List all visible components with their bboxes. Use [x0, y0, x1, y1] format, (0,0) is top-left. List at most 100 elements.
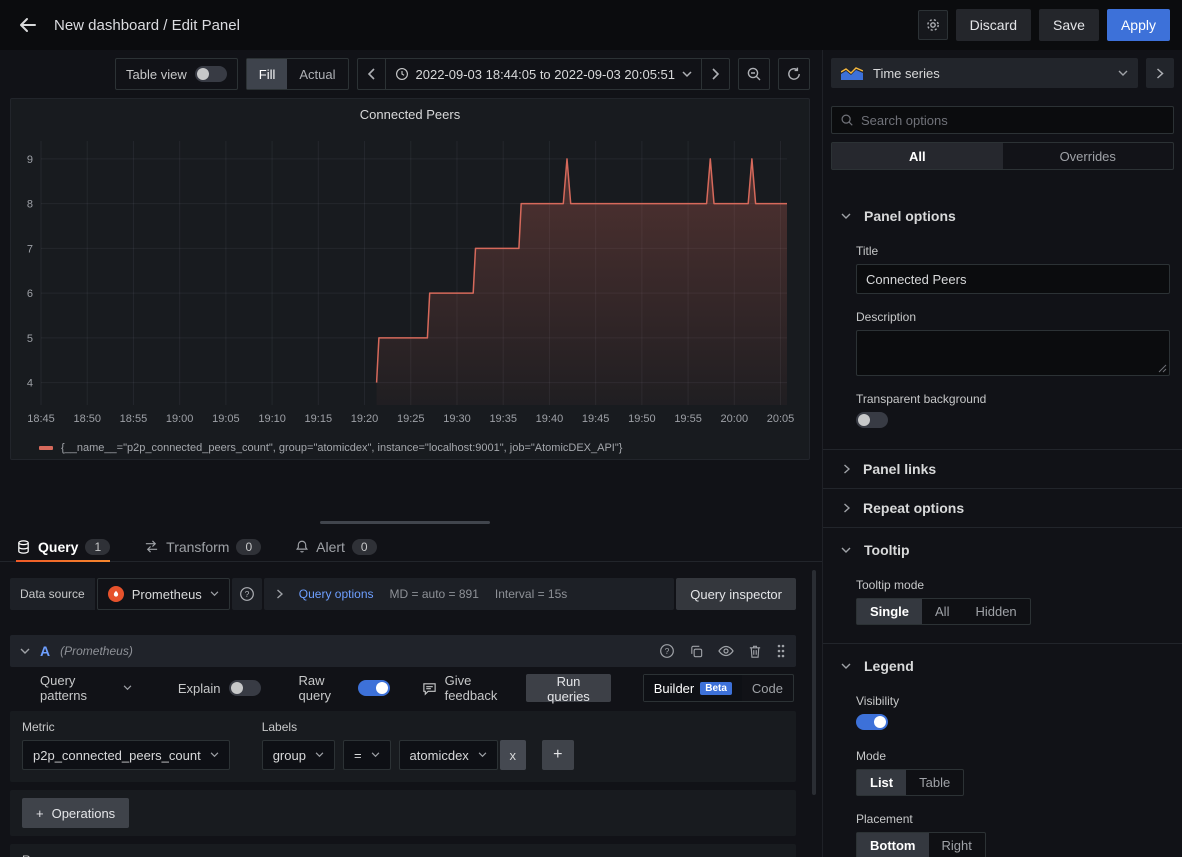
visibility-label: Visibility [856, 694, 1170, 708]
tab-query-label: Query [38, 539, 78, 555]
timeseries-viz-icon [841, 66, 863, 80]
legend-placement-bottom[interactable]: Bottom [857, 833, 929, 857]
tooltip-mode-single[interactable]: Single [857, 599, 922, 624]
legend-placement-right[interactable]: Right [929, 833, 985, 857]
prometheus-icon [108, 586, 124, 602]
panel-title: Connected Peers [11, 99, 809, 127]
svg-text:19:10: 19:10 [258, 413, 286, 425]
svg-text:18:45: 18:45 [27, 413, 55, 425]
time-back-button[interactable] [358, 59, 385, 89]
save-button[interactable]: Save [1039, 9, 1099, 41]
builder-option[interactable]: Builder Beta [644, 675, 742, 701]
label-value-select[interactable]: atomicdex [399, 740, 498, 770]
actual-option[interactable]: Actual [287, 59, 347, 89]
back-button[interactable] [10, 7, 46, 43]
repeat-options-title: Repeat options [863, 500, 964, 516]
refresh-button[interactable] [778, 58, 810, 90]
query-ref-header[interactable]: A (Prometheus) ? [10, 635, 796, 667]
label-name-select[interactable]: group [262, 740, 335, 770]
tab-query[interactable]: Query 1 [16, 532, 110, 561]
query-builder-toolbar: Query patterns Explain Raw query Give fe… [10, 673, 796, 703]
svg-text:19:45: 19:45 [582, 413, 610, 425]
visualization-picker[interactable]: Time series [831, 58, 1138, 88]
metric-select[interactable]: p2p_connected_peers_count [22, 740, 230, 770]
collapse-options-button[interactable] [1146, 58, 1174, 88]
tab-transform[interactable]: Transform 0 [144, 532, 261, 561]
code-option[interactable]: Code [742, 675, 793, 701]
discard-button[interactable]: Discard [956, 9, 1031, 41]
add-operation-button[interactable]: + Operations [22, 798, 129, 828]
tooltip-mode-hidden[interactable]: Hidden [962, 599, 1029, 624]
tooltip-header[interactable]: Tooltip [823, 528, 1182, 562]
apply-button[interactable]: Apply [1107, 9, 1170, 41]
raw-query-label: Raw query [299, 673, 350, 703]
legend-visibility-toggle[interactable] [856, 714, 888, 730]
table-view-toggle[interactable] [195, 66, 227, 82]
tooltip-mode-all[interactable]: All [922, 599, 962, 624]
timeseries-chart[interactable]: 18:4518:5018:5519:0019:0519:1019:1519:20… [11, 127, 801, 435]
run-queries-button[interactable]: Run queries [526, 674, 611, 702]
panel-options-header[interactable]: Panel options [823, 194, 1182, 228]
disable-query-button[interactable] [718, 645, 734, 657]
time-range-button[interactable]: 2022-09-03 18:44:05 to 2022-09-03 20:05:… [385, 59, 702, 89]
duplicate-query-button[interactable] [689, 644, 704, 659]
tooltip-section: Tooltip Tooltip mode Single All Hidden [823, 527, 1182, 643]
delete-query-button[interactable] [748, 644, 762, 659]
tab-all[interactable]: All [832, 143, 1003, 169]
panel-settings-button[interactable] [918, 10, 948, 40]
panel-description-input[interactable] [856, 330, 1170, 376]
pane-resize-handle[interactable] [0, 516, 810, 528]
repeat-options-header[interactable]: Repeat options [823, 489, 1182, 527]
options-search[interactable] [831, 106, 1174, 134]
title-label: Title [856, 244, 1170, 258]
panel-links-header[interactable]: Panel links [823, 450, 1182, 488]
query-actions: ? [659, 643, 786, 659]
remove-label-button[interactable]: x [500, 740, 526, 770]
labels-field: Labels group = atomicdex [262, 720, 574, 770]
give-feedback-link[interactable]: Give feedback [422, 673, 517, 703]
query-options-collapse[interactable]: Query options MD = auto = 891 Interval =… [264, 578, 674, 610]
eye-icon [718, 645, 734, 657]
metric-field: Metric p2p_connected_peers_count [22, 720, 230, 770]
query-options-md: MD = auto = 891 [390, 587, 479, 601]
svg-text:18:55: 18:55 [120, 413, 148, 425]
repeat-options-section: Repeat options [823, 488, 1182, 527]
tab-alert[interactable]: Alert 0 [295, 532, 376, 561]
fill-option[interactable]: Fill [247, 59, 288, 89]
drag-query-handle[interactable] [776, 643, 786, 659]
transform-icon [144, 539, 159, 554]
chart-legend[interactable]: {__name__="p2p_connected_peers_count", g… [11, 438, 809, 458]
search-options-input[interactable] [861, 113, 1165, 128]
scrollbar-thumb[interactable] [812, 570, 816, 795]
label-operator-select[interactable]: = [343, 740, 391, 770]
legend-mode-table[interactable]: Table [906, 770, 963, 795]
explain-label: Explain [178, 681, 221, 696]
query-help-button[interactable]: ? [659, 643, 675, 659]
datasource-picker[interactable]: Prometheus [97, 578, 230, 610]
svg-text:6: 6 [27, 288, 33, 300]
datasource-help-button[interactable]: ? [232, 578, 262, 610]
tab-overrides[interactable]: Overrides [1003, 143, 1174, 169]
query-inspector-button[interactable]: Query inspector [676, 578, 796, 610]
raw-query-heading: Raw query [22, 853, 784, 857]
options-sidebar: Time series All Overrides Panel options … [822, 50, 1182, 857]
legend-header[interactable]: Legend [823, 644, 1182, 678]
legend-mode-list[interactable]: List [857, 770, 906, 795]
zoom-out-button[interactable] [738, 58, 770, 90]
explain-toggle-group: Explain [178, 680, 261, 696]
explain-toggle[interactable] [229, 680, 261, 696]
caret-down-icon [315, 752, 324, 758]
raw-query-toggle[interactable] [358, 680, 390, 696]
svg-text:4: 4 [27, 378, 33, 390]
query-patterns-dropdown[interactable]: Query patterns [40, 673, 132, 703]
panel-title-input[interactable] [856, 264, 1170, 294]
add-label-button[interactable]: + [542, 740, 574, 770]
header-actions: Discard Save Apply [918, 9, 1170, 41]
transparent-background-toggle[interactable] [856, 412, 888, 428]
time-forward-button[interactable] [701, 59, 729, 89]
transparent-background-label: Transparent background [856, 392, 1170, 406]
svg-text:19:00: 19:00 [166, 413, 194, 425]
query-options-interval: Interval = 15s [495, 587, 567, 601]
chevron-down-icon [841, 213, 851, 220]
datasource-label: Data source [10, 578, 95, 610]
